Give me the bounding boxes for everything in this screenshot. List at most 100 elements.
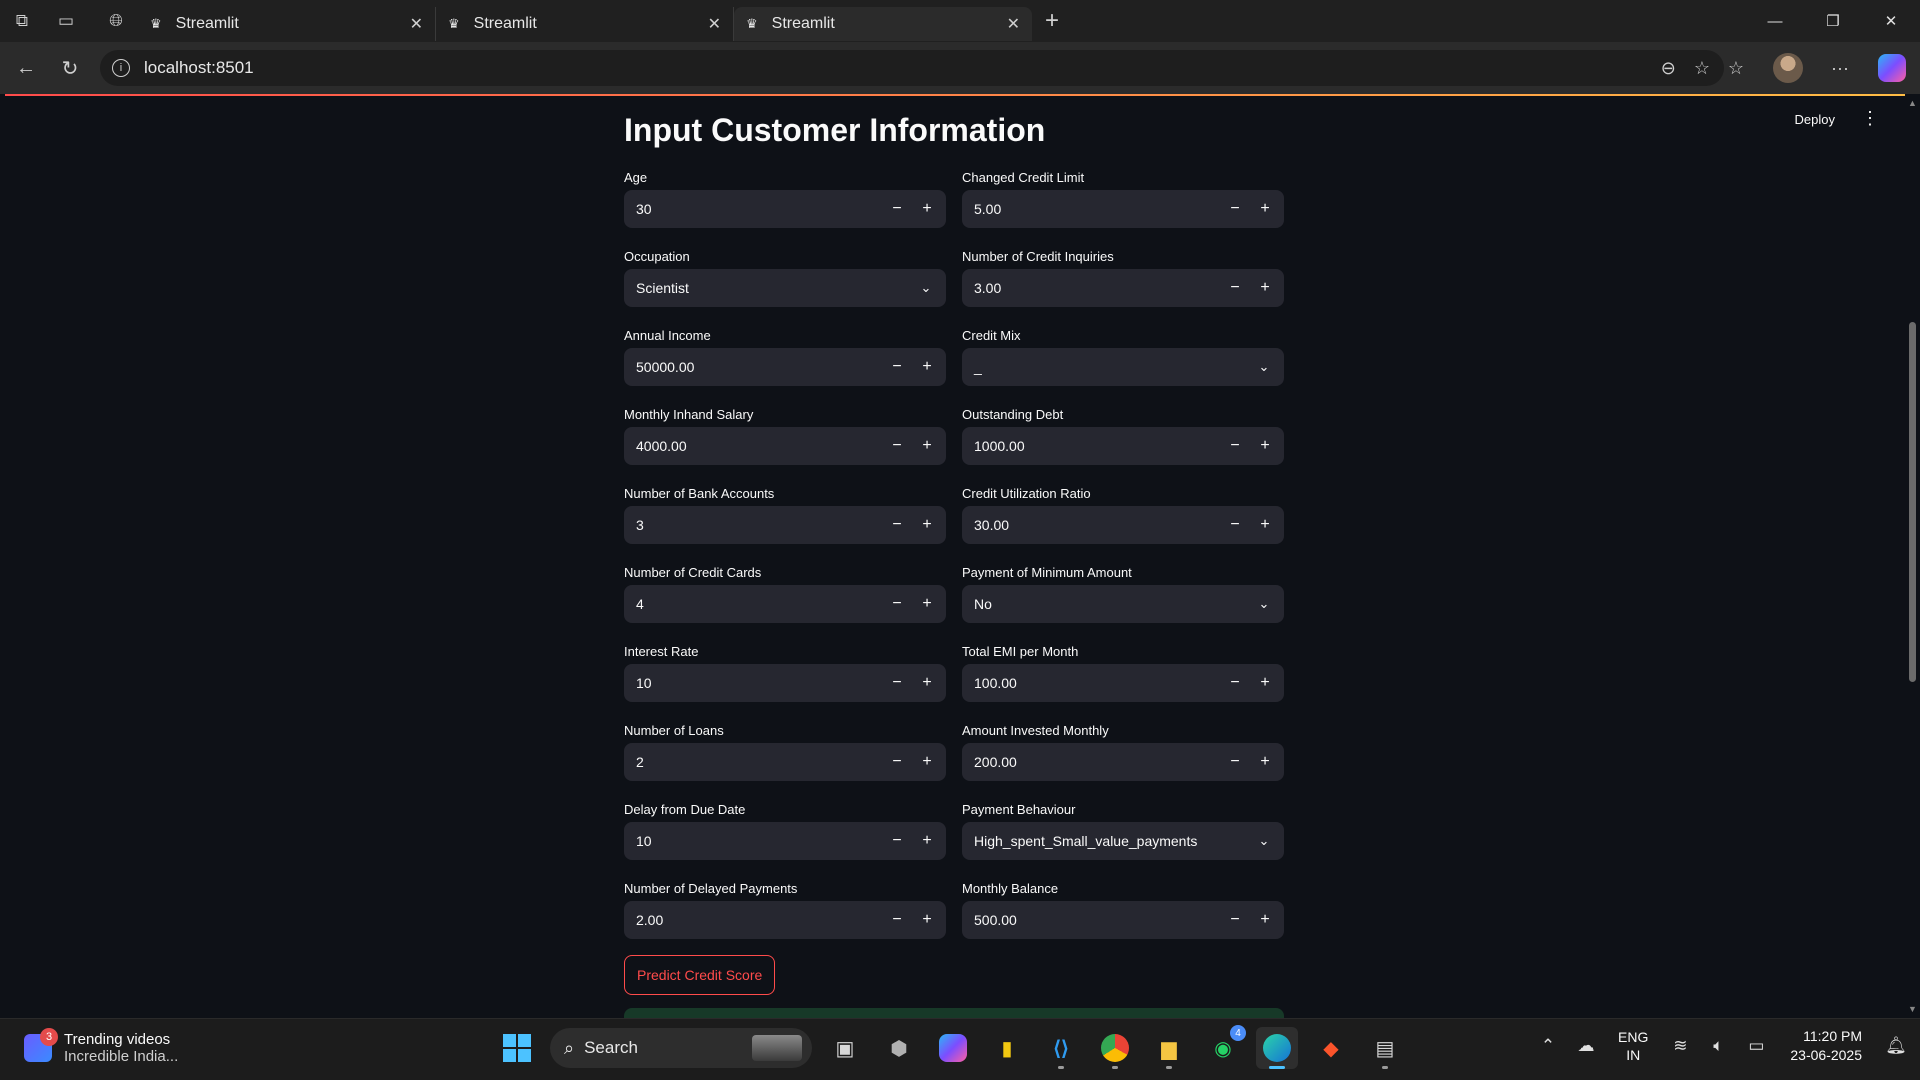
decrement-button[interactable]: − [882, 901, 912, 939]
whatsapp-icon[interactable]: ◉ 4 [1202, 1025, 1246, 1069]
file-explorer-icon[interactable]: ▆ [1148, 1027, 1190, 1069]
workspaces-icon[interactable]: ⧉ [0, 0, 44, 42]
favorite-star-icon[interactable]: ☆ [1694, 58, 1710, 79]
increment-button[interactable]: + [1250, 190, 1280, 228]
number-of-credit-inquiries-input[interactable]: 3.00− + [962, 269, 1284, 307]
increment-button[interactable]: + [912, 901, 942, 939]
task-view-icon[interactable]: ▣ [824, 1027, 866, 1069]
delay-from-due-date-input[interactable]: 10− + [624, 822, 946, 860]
decrement-button[interactable]: − [1220, 190, 1250, 228]
decrement-button[interactable]: − [882, 348, 912, 386]
zoom-icon[interactable]: ⊖ [1661, 58, 1676, 79]
onedrive-icon[interactable]: ☁ [1572, 1036, 1600, 1056]
decrement-button[interactable]: − [882, 427, 912, 465]
close-window-icon[interactable]: ✕ [1862, 0, 1920, 42]
favorites-icon[interactable]: ☆ [1718, 48, 1754, 88]
notifications-icon[interactable]: 🔔︎ [1882, 1036, 1910, 1056]
address-bar[interactable]: i localhost:8501 ⊖ ☆ [100, 50, 1724, 86]
predict-credit-score-button[interactable]: Predict Credit Score [624, 955, 776, 995]
payment-of-minimum-amount-value[interactable]: No [962, 596, 1244, 612]
number-of-credit-cards-input[interactable]: 4− + [624, 585, 946, 623]
number-of-delayed-payments-input[interactable]: 2.00− + [624, 901, 946, 939]
power-bi-icon[interactable]: ▮ [986, 1027, 1028, 1069]
restore-icon[interactable]: ❐ [1804, 0, 1862, 42]
scroll-thumb[interactable] [1909, 322, 1916, 682]
amount-invested-monthly-input[interactable]: 200.00− + [962, 743, 1284, 781]
chevron-down-icon[interactable]: ⌄ [1244, 359, 1284, 375]
age-value[interactable]: 30 [624, 201, 882, 217]
news-widget[interactable]: 3 Trending videos Incredible India... [24, 1028, 178, 1065]
increment-button[interactable]: + [1250, 269, 1280, 307]
wifi-icon[interactable]: ≋ [1666, 1036, 1694, 1056]
monthly-balance-value[interactable]: 500.00 [962, 912, 1220, 928]
delay-from-due-date-value[interactable]: 10 [624, 833, 882, 849]
profile-avatar[interactable] [1770, 48, 1806, 88]
terminal-icon[interactable]: ▤ [1364, 1027, 1406, 1069]
payment-behaviour-value[interactable]: High_spent_Small_value_payments [962, 833, 1244, 849]
chevron-up-icon[interactable]: ⌃ [1534, 1036, 1562, 1056]
increment-button[interactable]: + [1250, 664, 1280, 702]
url-text[interactable]: localhost:8501 [144, 58, 254, 78]
increment-button[interactable]: + [912, 190, 942, 228]
close-tab-icon[interactable]: ✕ [410, 14, 423, 34]
decrement-button[interactable]: − [882, 585, 912, 623]
increment-button[interactable]: + [912, 743, 942, 781]
decrement-button[interactable]: − [882, 822, 912, 860]
number-of-bank-accounts-value[interactable]: 3 [624, 517, 882, 533]
back-icon[interactable]: ← [4, 48, 48, 88]
chrome-icon[interactable] [1094, 1027, 1136, 1069]
monthly-balance-input[interactable]: 500.00− + [962, 901, 1284, 939]
interest-rate-value[interactable]: 10 [624, 675, 882, 691]
number-of-delayed-payments-value[interactable]: 2.00 [624, 912, 882, 928]
decrement-button[interactable]: − [882, 190, 912, 228]
minimize-icon[interactable]: — [1746, 0, 1804, 42]
annual-income-input[interactable]: 50000.00− + [624, 348, 946, 386]
increment-button[interactable]: + [912, 585, 942, 623]
language-indicator[interactable]: ENG IN [1618, 1028, 1648, 1064]
total-emi-per-month-value[interactable]: 100.00 [962, 675, 1220, 691]
changed-credit-limit-input[interactable]: 5.00− + [962, 190, 1284, 228]
annual-income-value[interactable]: 50000.00 [624, 359, 882, 375]
increment-button[interactable]: + [912, 822, 942, 860]
number-of-bank-accounts-input[interactable]: 3− + [624, 506, 946, 544]
credit-mix-select[interactable]: _ ⌄ [962, 348, 1284, 386]
decrement-button[interactable]: − [1220, 664, 1250, 702]
total-emi-per-month-input[interactable]: 100.00− + [962, 664, 1284, 702]
decrement-button[interactable]: − [1220, 269, 1250, 307]
interest-rate-input[interactable]: 10− + [624, 664, 946, 702]
increment-button[interactable]: + [1250, 743, 1280, 781]
credit-utilization-ratio-value[interactable]: 30.00 [962, 517, 1220, 533]
refresh-icon[interactable]: ↻ [48, 48, 92, 88]
age-input[interactable]: 30− + [624, 190, 946, 228]
decrement-button[interactable]: − [882, 664, 912, 702]
chevron-down-icon[interactable]: ⌄ [1244, 596, 1284, 612]
scroll-up-icon[interactable]: ▲ [1908, 98, 1917, 108]
new-tab-button[interactable]: + [1032, 7, 1072, 35]
browser-tab-2[interactable]: ♛ Streamlit ✕ [436, 7, 734, 41]
edge-icon[interactable] [1256, 1027, 1298, 1069]
monthly-inhand-salary-value[interactable]: 4000.00 [624, 438, 882, 454]
increment-button[interactable]: + [912, 506, 942, 544]
decrement-button[interactable]: − [882, 506, 912, 544]
volume-icon[interactable]: 🔈︎ [1704, 1036, 1732, 1056]
taskbar-search[interactable]: ⌕ Search [550, 1028, 812, 1068]
site-info-icon[interactable]: i [112, 59, 130, 77]
vertical-tabs-icon[interactable]: ▭ [44, 0, 88, 42]
outstanding-debt-input[interactable]: 1000.00− + [962, 427, 1284, 465]
battery-icon[interactable]: ▭ [1742, 1036, 1770, 1056]
scroll-down-icon[interactable]: ▼ [1908, 1004, 1917, 1014]
decrement-button[interactable]: − [882, 743, 912, 781]
decrement-button[interactable]: − [1220, 743, 1250, 781]
number-of-loans-value[interactable]: 2 [624, 754, 882, 770]
copilot-icon[interactable] [1874, 48, 1910, 88]
vscode-icon[interactable]: ⟨⟩ [1040, 1027, 1082, 1069]
deploy-button[interactable]: Deploy [1795, 112, 1835, 127]
increment-button[interactable]: + [912, 427, 942, 465]
increment-button[interactable]: + [1250, 506, 1280, 544]
browser-tab-3[interactable]: ♛ Streamlit ✕ [734, 7, 1032, 41]
main-menu-icon[interactable]: ⋮ [1861, 108, 1879, 129]
browser-tab-1[interactable]: ♛ Streamlit ✕ [138, 7, 436, 41]
outstanding-debt-value[interactable]: 1000.00 [962, 438, 1220, 454]
increment-button[interactable]: + [1250, 427, 1280, 465]
decrement-button[interactable]: − [1220, 427, 1250, 465]
